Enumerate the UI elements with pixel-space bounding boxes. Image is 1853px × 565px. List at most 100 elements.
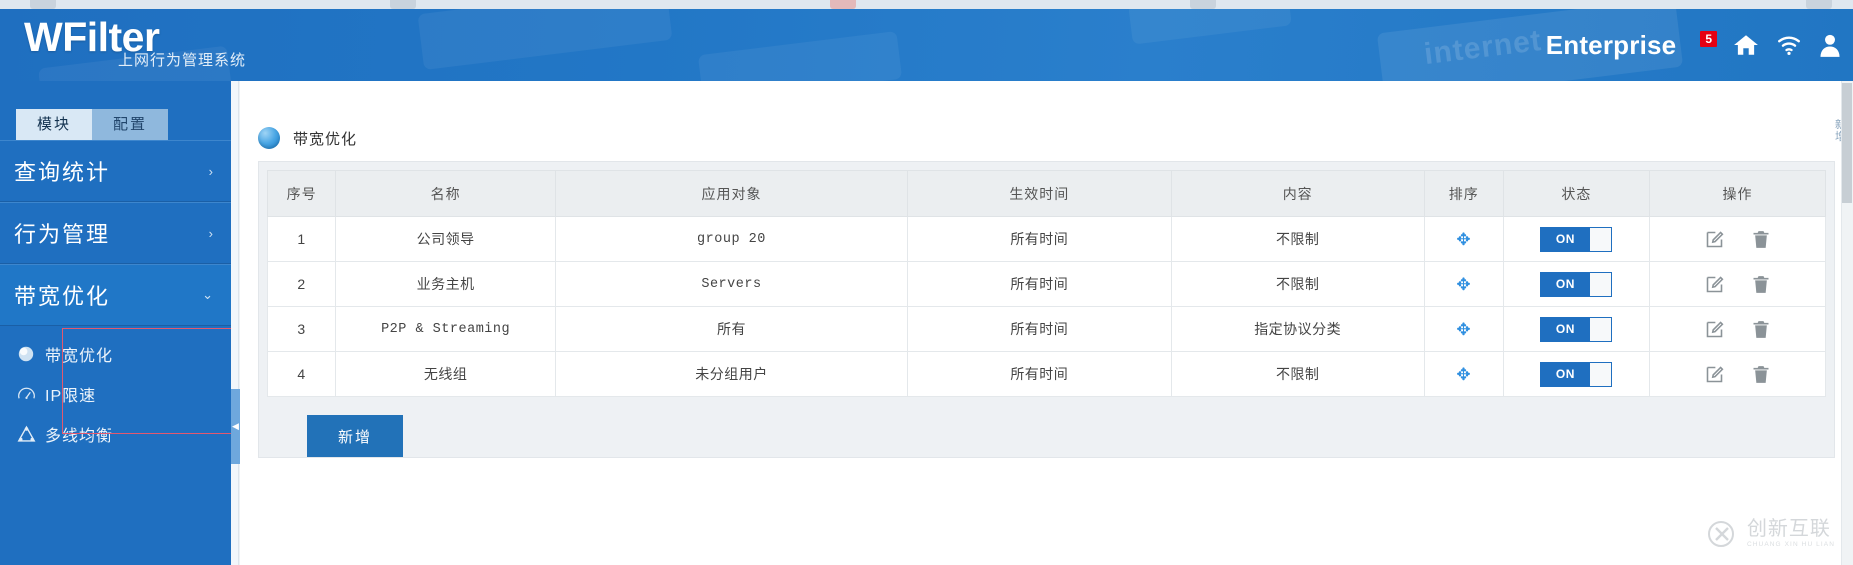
watermark-sub-text: CHUANG XIN HU LIAN <box>1746 541 1835 549</box>
cell-index: 2 <box>266 261 337 307</box>
header-bg-shape <box>1128 9 1292 45</box>
wfilter-app-window: internet WFilter 上网行为管理系统 Enterprise 5 模… <box>0 0 1853 565</box>
cell-status[interactable]: ON <box>1502 216 1651 262</box>
table-row[interactable]: 4 无线组 未分组用户 所有时间 不限制 ✥ ON <box>266 351 1826 397</box>
move-icon[interactable]: ✥ <box>1456 321 1471 338</box>
cell-target: Servers <box>555 261 908 307</box>
sidebar-subitem-label: 多线均衡 <box>45 428 114 445</box>
add-button[interactable]: 新增 <box>307 415 403 457</box>
delete-icon[interactable] <box>1751 319 1771 340</box>
user-icon[interactable] <box>1817 32 1843 58</box>
page-title: 带宽优化 <box>240 81 1853 161</box>
move-icon[interactable]: ✥ <box>1456 366 1471 383</box>
cell-sort[interactable]: ✥ <box>1423 261 1504 307</box>
sidebar-tab-config[interactable]: 配置 <box>92 109 168 140</box>
toggle-on-label: ON <box>1541 362 1590 386</box>
sidebar-item-label: 带宽优化 <box>14 284 111 309</box>
sidebar-subitem-multi-line-balance[interactable]: 多线均衡 <box>0 414 231 454</box>
watermark-logo-icon <box>1707 521 1734 547</box>
toggle-on-label: ON <box>1541 272 1590 296</box>
sidebar-item-behavior-mgmt[interactable]: 行为管理 › <box>0 202 231 264</box>
status-toggle[interactable]: ON <box>1540 271 1613 297</box>
scrollbar-thumb[interactable] <box>1842 83 1852 203</box>
delete-icon[interactable] <box>1751 229 1771 250</box>
browser-tab-2[interactable] <box>390 0 416 9</box>
cell-target: 所有 <box>555 306 908 352</box>
status-toggle[interactable]: ON <box>1540 316 1613 342</box>
col-header-time: 生效时间 <box>906 170 1172 217</box>
header-bg-shape <box>697 30 903 81</box>
cell-time: 所有时间 <box>906 306 1172 352</box>
table-head: 序号 名称 应用对象 生效时间 内容 排序 状态 操作 <box>266 170 1826 217</box>
cell-ops <box>1649 351 1826 397</box>
cell-content: 不限制 <box>1170 261 1425 307</box>
table-row[interactable]: 2 业务主机 Servers 所有时间 不限制 ✥ ON <box>266 261 1826 307</box>
sidebar-item-query-stats[interactable]: 查询统计 › <box>0 140 231 202</box>
cell-target: 未分组用户 <box>555 351 908 397</box>
cell-status[interactable]: ON <box>1502 351 1651 397</box>
bandwidth-rules-table: 序号 名称 应用对象 生效时间 内容 排序 状态 操作 1 公司领导 group… <box>266 170 1826 397</box>
status-toggle[interactable]: ON <box>1540 226 1613 252</box>
delete-icon[interactable] <box>1751 274 1771 295</box>
sidebar-subitem-bandwidth-optimization[interactable]: 带宽优化 <box>0 334 231 374</box>
status-toggle[interactable]: ON <box>1540 361 1613 387</box>
edit-icon[interactable] <box>1704 319 1725 340</box>
sidebar-tab-group: 模块 配置 <box>0 81 231 140</box>
sidebar-submenu: 带宽优化 IP限速 多线均衡 <box>0 326 546 460</box>
sidebar-tab-modules[interactable]: 模块 <box>16 109 92 140</box>
cell-ops <box>1649 306 1826 352</box>
edit-icon[interactable] <box>1704 274 1725 295</box>
cell-status[interactable]: ON <box>1502 261 1651 307</box>
cell-time: 所有时间 <box>906 261 1172 307</box>
cell-index: 1 <box>266 216 337 262</box>
cell-index: 3 <box>266 306 337 352</box>
toggle-knob <box>1589 227 1612 251</box>
chevron-right-icon: › <box>208 163 215 179</box>
cell-sort[interactable]: ✥ <box>1423 216 1504 262</box>
header-right-cluster: Enterprise 5 <box>1546 9 1843 81</box>
browser-tab-4[interactable] <box>1190 0 1216 9</box>
cell-sort[interactable]: ✥ <box>1423 351 1504 397</box>
browser-tab-5[interactable] <box>1806 0 1832 9</box>
brand-subtitle: 上网行为管理系统 <box>118 52 247 69</box>
table-row[interactable]: 1 公司领导 group 20 所有时间 不限制 ✥ ON <box>266 216 1826 262</box>
browser-tab-1[interactable] <box>30 0 56 9</box>
wifi-icon[interactable] <box>1775 32 1803 58</box>
balance-icon <box>16 424 36 444</box>
cell-content: 指定协议分类 <box>1170 306 1425 352</box>
browser-tab-3[interactable] <box>830 0 856 9</box>
content-edge-strip <box>231 81 239 565</box>
sidebar-collapse-handle[interactable]: ◀ <box>231 389 240 464</box>
brand-logo[interactable]: WFilter 上网行为管理系统 <box>24 13 245 69</box>
page-scrollbar[interactable] <box>1841 81 1853 565</box>
edit-icon[interactable] <box>1704 364 1725 385</box>
cell-time: 所有时间 <box>906 351 1172 397</box>
move-icon[interactable]: ✥ <box>1456 276 1471 293</box>
cell-sort[interactable]: ✥ <box>1423 306 1504 352</box>
cell-status[interactable]: ON <box>1502 306 1651 352</box>
sidebar-item-label: 查询统计 <box>14 160 111 185</box>
table-header-row: 序号 名称 应用对象 生效时间 内容 排序 状态 操作 <box>266 170 1826 217</box>
delete-icon[interactable] <box>1751 364 1771 385</box>
notification-badge[interactable]: 5 <box>1700 31 1717 47</box>
cell-name: 公司领导 <box>335 216 557 262</box>
table-footer-bar: 新增 <box>267 397 1826 457</box>
gauge-icon <box>16 384 36 404</box>
col-header-sort: 排序 <box>1423 170 1504 217</box>
cell-target: group 20 <box>555 216 908 262</box>
table-row[interactable]: 3 P2P & Streaming 所有 所有时间 指定协议分类 ✥ ON <box>266 306 1826 352</box>
rules-table-container: 序号 名称 应用对象 生效时间 内容 排序 状态 操作 1 公司领导 group… <box>258 161 1835 458</box>
edition-label: Enterprise <box>1545 29 1677 60</box>
cell-content: 不限制 <box>1170 216 1425 262</box>
browser-chrome-strip <box>0 0 1853 9</box>
home-icon[interactable] <box>1731 32 1761 58</box>
cell-ops <box>1649 216 1826 262</box>
edit-icon[interactable] <box>1704 229 1725 250</box>
toggle-knob <box>1589 317 1612 341</box>
col-header-ops: 操作 <box>1649 170 1826 217</box>
sidebar-subitem-ip-rate-limit[interactable]: IP限速 <box>0 374 231 414</box>
content-area: ◀ 新增 带宽优化 序号 名称 应用对象 生效时间 内容 排序 <box>231 81 1853 565</box>
sidebar-item-bandwidth-optimization[interactable]: 带宽优化 ⌄ <box>0 264 231 326</box>
cell-time: 所有时间 <box>906 216 1172 262</box>
move-icon[interactable]: ✥ <box>1456 231 1471 248</box>
